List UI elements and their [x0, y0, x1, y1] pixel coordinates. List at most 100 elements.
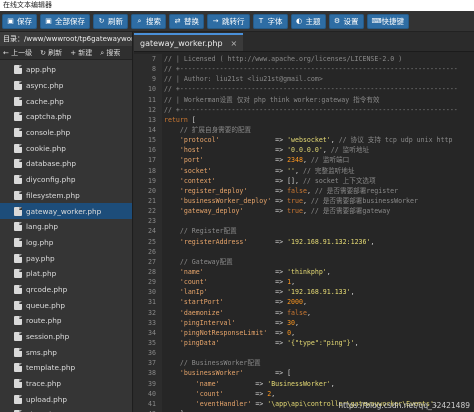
line-number: 19	[148, 176, 156, 185]
toolbar-button-label: 保存	[17, 16, 32, 26]
code-token: =>	[271, 196, 288, 205]
file-name: sms.php	[26, 347, 57, 357]
code-token: =>	[267, 328, 288, 337]
file-item[interactable]: gateway_worker.php	[0, 203, 132, 219]
file-icon	[14, 300, 22, 310]
file-item[interactable]: console.php	[0, 125, 132, 141]
file-icon	[14, 237, 22, 247]
save-button[interactable]: ▣ 保存	[2, 13, 37, 29]
toolbar: ▣ 保存 ▣ 全部保存 ↻ 刷新 ⌕ 搜索 ⇄ 替换 → 跳转行 T 字体 ◐ 主题 ⚙ 设置 ⌨ 快捷键	[0, 11, 474, 32]
code-token: true	[287, 196, 303, 205]
toolbar-button-label: 全部保存	[55, 16, 85, 26]
file-item[interactable]: filesystem.php	[0, 188, 132, 204]
file-item[interactable]: sms.php	[0, 344, 132, 360]
refresh-button[interactable]: ↻ 刷新	[93, 13, 128, 29]
line-number: 18	[148, 166, 156, 175]
file-item[interactable]: captcha.php	[0, 109, 132, 125]
file-item[interactable]: app.php	[0, 62, 132, 78]
save-all-button[interactable]: ▣ 全部保存	[40, 13, 90, 29]
file-item[interactable]: cookie.php	[0, 140, 132, 156]
code-token: 'gateway_deploy'	[164, 207, 244, 216]
code-line: // | Workerman设置 仅对 php think worker:gat…	[164, 95, 474, 105]
sidebar-actions: ← 上一级 ↻ 刷新 + 新建 ⌕ 搜索	[0, 46, 132, 60]
line-number: 40	[148, 389, 156, 398]
code-token: 30	[287, 318, 296, 327]
line-number: 7	[152, 55, 156, 63]
file-item[interactable]: queue.php	[0, 297, 132, 313]
line-number: 26	[148, 247, 156, 256]
code-line: 'startPort' => 2000,	[164, 297, 474, 307]
line-number: 29	[148, 278, 156, 287]
replace-button[interactable]: ⇄ 替换	[169, 13, 204, 29]
file-item[interactable]: database.php	[0, 156, 132, 172]
toolbar-button-label: 字体	[267, 16, 283, 26]
file-item[interactable]: view.php	[0, 407, 132, 412]
file-name: route.php	[26, 316, 62, 326]
code-token: 'businessWorker'	[164, 369, 244, 378]
code-token: 'socket'	[164, 166, 212, 175]
replace-icon: ⇄	[174, 16, 181, 25]
close-tab-icon[interactable]: ×	[231, 39, 238, 48]
code-token: // Gateway配置	[164, 257, 233, 266]
goto-line-button[interactable]: → 跳转行	[207, 13, 250, 29]
file-item[interactable]: diyconfig.php	[0, 172, 132, 188]
new-file-button[interactable]: + 新建	[70, 48, 92, 58]
file-item[interactable]: qrcode.php	[0, 282, 132, 298]
file-item[interactable]: upload.php	[0, 391, 132, 407]
file-item[interactable]: template.php	[0, 360, 132, 376]
code-token: // 完整监听地址	[302, 166, 355, 175]
file-item[interactable]: route.php	[0, 313, 132, 329]
code-token: 'name'	[164, 379, 220, 388]
file-icon	[14, 206, 22, 216]
code-line: 'pingInterval' => 30,	[164, 318, 474, 328]
floppy-icon: ▣	[7, 16, 14, 25]
file-item[interactable]: lang.php	[0, 219, 132, 235]
search-button[interactable]: ⌕ 搜索	[131, 13, 166, 29]
line-number: 35	[148, 338, 156, 347]
file-item[interactable]: log.php	[0, 235, 132, 251]
file-item[interactable]: session.php	[0, 329, 132, 345]
font-button[interactable]: T 字体	[252, 13, 288, 29]
theme-button[interactable]: ◐ 主题	[290, 13, 326, 29]
file-name: qrcode.php	[26, 284, 68, 294]
up-level-button[interactable]: ← 上一级	[3, 48, 32, 58]
code-token: 'businessWorker_deploy'	[164, 196, 272, 205]
code-token: => [	[243, 369, 292, 378]
file-name: session.php	[26, 332, 70, 342]
code-token: 'startPort'	[164, 298, 224, 307]
watermark: https://blog.csdn.net/qq_32421489	[338, 401, 470, 410]
line-number: 13	[148, 115, 156, 124]
line-number: 14	[148, 125, 156, 134]
code-token: 'BusinessWorker'	[267, 379, 331, 388]
file-name: app.php	[26, 65, 56, 75]
line-number: 41	[148, 399, 156, 408]
toolbar-button-label: 主题	[305, 16, 321, 26]
file-item[interactable]: cache.php	[0, 93, 132, 109]
file-item[interactable]: plat.php	[0, 266, 132, 282]
arrow-icon: →	[212, 16, 219, 25]
code-token: // 是否需要部署register	[314, 186, 399, 195]
code-token: '{"type":"ping"}'	[287, 338, 355, 347]
code-token: 'port'	[164, 156, 204, 165]
code-token: 'websocket'	[287, 136, 331, 145]
code-token: 2000	[287, 298, 303, 307]
code-token: ''	[287, 166, 296, 175]
settings-button[interactable]: ⚙ 设置	[328, 13, 364, 29]
tab-gateway-worker[interactable]: gateway_worker.php ×	[134, 33, 244, 51]
file-item[interactable]: trace.php	[0, 376, 132, 392]
code-lines[interactable]: // | Licensed ( http://www.apache.org/li…	[164, 54, 474, 412]
code-token: 'eventHandler'	[164, 399, 252, 408]
search-tree-button[interactable]: ⌕ 搜索	[100, 48, 120, 58]
shortcut-button[interactable]: ⌨ 快捷键	[366, 13, 409, 29]
search-icon: ⌕	[137, 16, 142, 25]
refresh-tree-button[interactable]: ↻ 刷新	[40, 48, 62, 58]
file-item[interactable]: async.php	[0, 78, 132, 94]
code-token: ,	[322, 146, 331, 155]
code-line: 'host' => '0.0.0.0', // 监听地址	[164, 145, 474, 155]
line-number: 37	[148, 359, 156, 368]
code-token: 'daemonize'	[164, 308, 224, 317]
code-area[interactable]: 7 8 9 10 11 12 13 14 15 16 17 18 19 20 21 22 23 24 25 26 27 2…	[134, 54, 474, 412]
file-icon	[14, 363, 22, 373]
file-item[interactable]: pay.php	[0, 250, 132, 266]
code-line: // +------------------------------------…	[164, 64, 474, 74]
